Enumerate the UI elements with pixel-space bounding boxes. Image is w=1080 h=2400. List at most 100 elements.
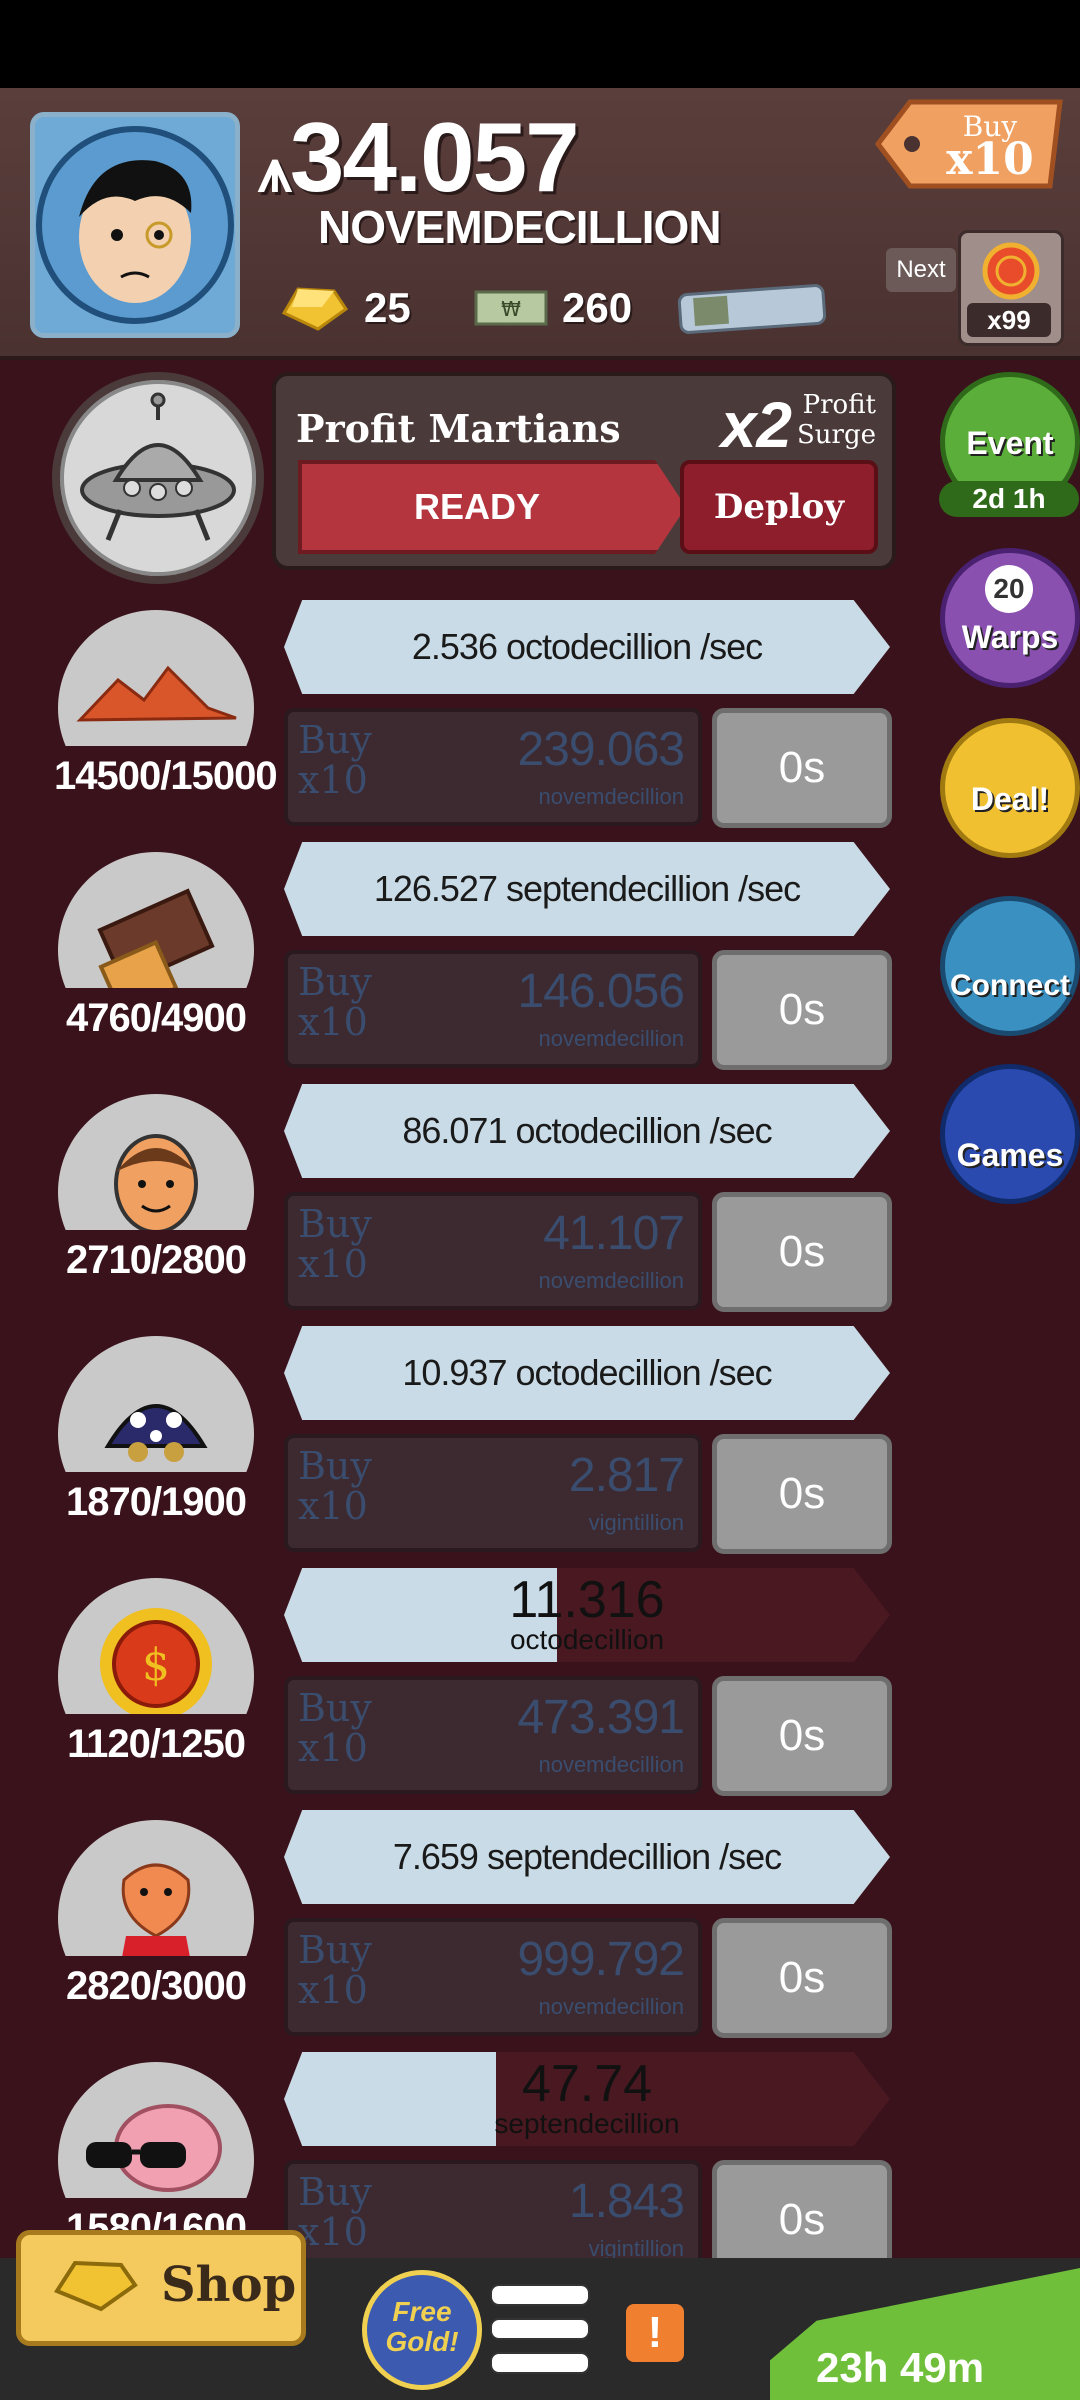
menu-button[interactable] [490,2284,590,2374]
cycle-timer: 0s [712,1434,892,1554]
buy-label-1: Buy [298,1444,372,1488]
buy-tag-bottom: x10 [946,134,1033,185]
buy-cost: 473.391 [517,1691,685,1744]
profit-bar[interactable]: 7.659 septendecillion /sec [284,1810,890,1904]
deal-label: Deal! [970,781,1050,817]
profit-multiplier: x2 [720,389,792,461]
manager-avatar[interactable] [52,372,264,584]
warps-label: Warps [961,619,1059,655]
deploy-button[interactable]: Deploy [680,460,878,554]
progress-value: 47.74 [521,2055,653,2113]
manager-name: Profit Martians [296,406,621,451]
business-row: $ 1120/1250 11.316 octodecillion Buy x10 … [0,1568,900,1808]
profit-rate: 86.071 octodecillion /sec [402,1110,772,1151]
buy-cost: 41.107 [543,1207,685,1260]
profit-rate: 126.527 septendecillion /sec [373,868,801,909]
menu-line [490,2284,590,2306]
buy-button[interactable]: Buy x10 239.063 novemdecillion [284,708,702,826]
profit-rate: 7.659 septendecillion /sec [392,1836,782,1877]
buy-button[interactable]: Buy x10 146.056 novemdecillion [284,950,702,1068]
business-row: 4760/4900 126.527 septendecillion /sec B… [0,842,900,1082]
buy-label-1: Buy [298,1686,372,1730]
buy-cost: 1.843 [568,2175,685,2228]
business-row: 2710/2800 86.071 octodecillion /sec Buy x… [0,1084,900,1324]
header: ⩚34.057 NOVEMDECILLION 25 ₩ 260 Buy x10 … [0,88,1080,360]
profit-progress-bar[interactable]: 47.74 septendecillion [284,2052,890,2146]
business-count: 4760/4900 [54,988,258,1048]
buy-button[interactable]: Buy x10 999.792 novemdecillion [284,1918,702,2036]
cycle-timer: 0s [712,708,892,828]
buy-label-2: x10 [298,758,368,802]
connect-button[interactable]: Connect [940,896,1080,1036]
business-row: 1870/1900 10.937 octodecillion /sec Buy x… [0,1326,900,1566]
next-label: Next [886,248,956,292]
cycle-timer: 0s [712,1676,892,1796]
megabucks-counter[interactable]: ₩ 260 [474,278,632,338]
cycle-timer: 0s [712,950,892,1070]
buy-button[interactable]: Buy x10 2.817 vigintillion [284,1434,702,1552]
gold-counter[interactable]: 25 [278,278,411,338]
player-avatar[interactable] [30,112,240,338]
megabucks-count: 260 [562,284,633,331]
buy-label-2: x10 [298,1968,368,2012]
buy-label-1: Buy [298,1202,372,1246]
deploy-label: Deploy [713,487,845,527]
shop-button[interactable]: Shop [16,2230,306,2346]
gold-icon [54,2260,138,2312]
free-gold-button[interactable]: Free Gold! [362,2270,482,2390]
profit-bar[interactable]: 10.937 octodecillion /sec [284,1326,890,1420]
money-display: ⩚34.057 NOVEMDECILLION [258,108,722,253]
menu-line [490,2352,590,2374]
cycle-timer: 0s [712,1192,892,1312]
buy-button[interactable]: Buy x10 473.391 novemdecillion [284,1676,702,1794]
games-button[interactable]: Games [940,1064,1080,1204]
cycle-timer: 0s [712,1918,892,2038]
buy-cost: 146.056 [517,965,685,1018]
manager-panel: Profit Martians x2 Profit Surge READY De… [272,372,896,570]
progress-unit: octodecillion [509,1624,665,1655]
business-row: 2820/3000 7.659 septendecillion /sec Buy… [0,1810,900,2050]
svg-text:$: $ [142,1640,170,1691]
business-count: 1870/1900 [54,1472,258,1532]
surge-line-1: Profit [802,390,876,420]
business-count: 1120/1250 [54,1714,258,1774]
gold-icon [281,287,349,331]
profit-bar[interactable]: 126.527 septendecillion /sec [284,842,890,936]
menu-line [490,2318,590,2340]
bill-indicator[interactable] [676,278,828,338]
ready-label: READY [413,486,541,527]
buy-label-2: x10 [298,2210,368,2254]
tv-timer-label: 23h 49m [816,2344,985,2391]
buy-cost: 239.063 [517,723,685,776]
buy-label: Buy x10 [298,2172,372,2252]
next-unlock-button[interactable]: x99 [958,230,1064,346]
svg-text:₩: ₩ [501,297,521,321]
deal-button[interactable]: Deal! [940,718,1080,858]
money-unit: NOVEMDECILLION [318,201,722,253]
event-button[interactable]: Event 2d 1h [939,372,1080,517]
business-row: 14500/15000 2.536 octodecillion /sec Buy… [0,600,900,840]
buy-multiplier-button[interactable]: Buy x10 [850,94,1070,194]
buy-label: Buy x10 [298,1204,372,1284]
ufo-icon [80,392,236,541]
buy-label: Buy x10 [298,720,372,800]
event-time: 2d 1h [939,481,1079,517]
megabucks-icon: ₩ [474,290,548,326]
buy-button[interactable]: Buy x10 41.107 novemdecillion [284,1192,702,1310]
profit-surge-label: Profit Surge [797,390,876,450]
gold-count: 25 [364,284,411,331]
warps-button[interactable]: 20 Warps [940,548,1080,688]
buy-label-1: Buy [298,1928,372,1972]
profit-progress-bar[interactable]: 11.316 octodecillion [284,1568,890,1662]
free-gold-line-2: Gold! [385,2326,459,2357]
alert-icon[interactable]: ! [626,2304,684,2362]
profit-rate: 10.937 octodecillion /sec [402,1352,772,1393]
progress-value: 11.316 [509,1571,665,1629]
buy-cost-unit: novemdecillion [538,1752,684,1777]
profit-bar[interactable]: 86.071 octodecillion /sec [284,1084,890,1178]
profit-bar[interactable]: 2.536 octodecillion /sec [284,600,890,694]
buy-cost-unit: vigintillion [588,1510,684,1535]
buy-label-2: x10 [298,1000,368,1044]
money-symbol-icon: ⩚ [258,137,292,204]
buy-label-1: Buy [298,960,372,1004]
